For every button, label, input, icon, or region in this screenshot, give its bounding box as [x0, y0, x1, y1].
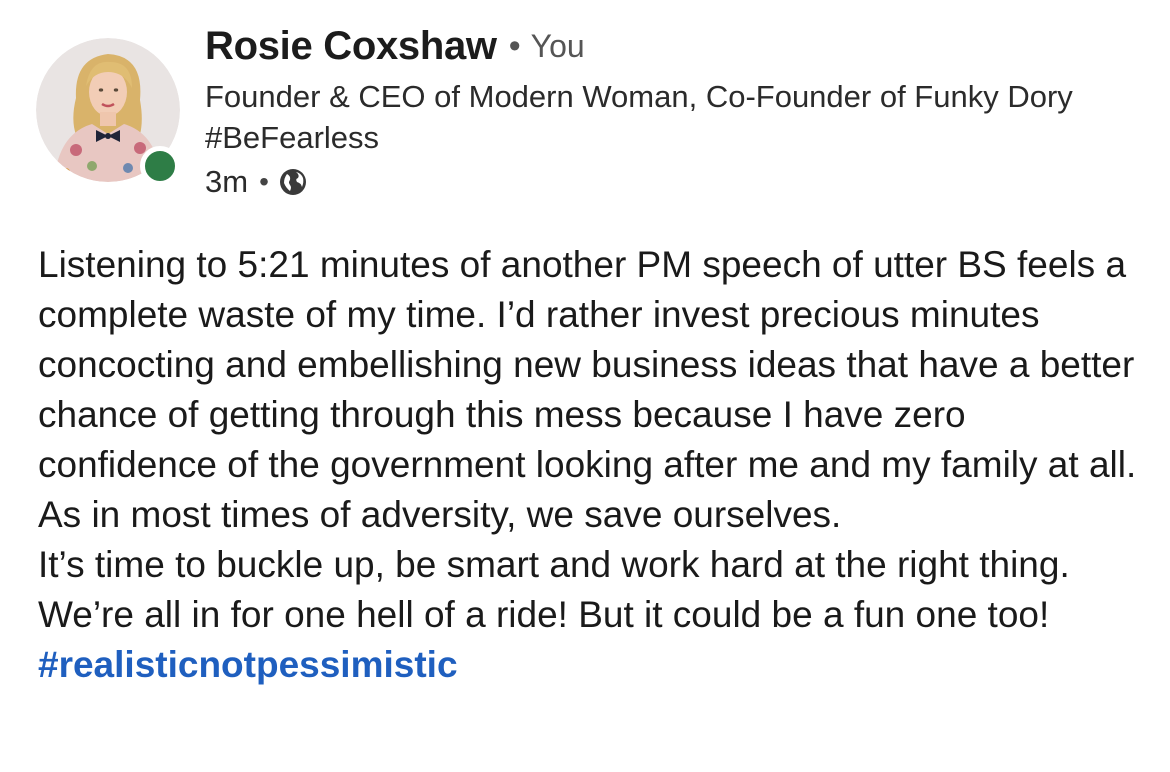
- globe-icon[interactable]: [278, 167, 308, 197]
- post-paragraph-text: It’s time to buckle up, be smart and wor…: [38, 544, 1070, 635]
- hashtag-link[interactable]: #realisticnotpessimistic: [38, 644, 458, 685]
- author-name[interactable]: Rosie Coxshaw: [205, 24, 497, 69]
- separator-dot: •: [508, 26, 521, 65]
- author-avatar-container[interactable]: [36, 38, 180, 186]
- separator-dot: •: [259, 166, 269, 197]
- linkedin-post: Rosie Coxshaw • You Founder & CEO of Mod…: [0, 0, 1170, 772]
- post-meta: 3m •: [205, 162, 308, 202]
- relation-label: You: [530, 27, 585, 64]
- post-paragraph: It’s time to buckle up, be smart and wor…: [38, 540, 1148, 690]
- post-body: Listening to 5:21 minutes of another PM …: [38, 240, 1148, 690]
- post-timestamp: 3m: [205, 164, 249, 199]
- author-name-row: Rosie Coxshaw • You: [205, 22, 585, 70]
- post-paragraph: Listening to 5:21 minutes of another PM …: [38, 244, 1137, 485]
- author-headline: Founder & CEO of Modern Woman, Co-Founde…: [205, 79, 1073, 155]
- online-status-dot: [140, 146, 180, 186]
- post-paragraph: As in most times of adversity, we save o…: [38, 494, 842, 535]
